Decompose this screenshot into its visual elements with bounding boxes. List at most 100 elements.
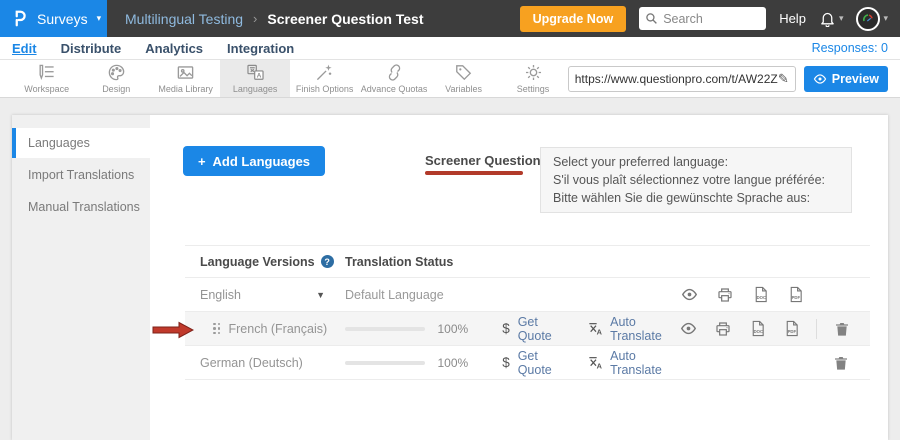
product-name: Surveys bbox=[37, 11, 88, 27]
tab-distribute[interactable]: Distribute bbox=[61, 40, 122, 56]
toolbar-item-media-library[interactable]: Media Library bbox=[151, 60, 220, 97]
help-icon[interactable]: ? bbox=[321, 255, 334, 268]
export-pdf-icon[interactable]: PDF bbox=[777, 320, 805, 337]
toolbar-item-languages[interactable]: A Languages bbox=[220, 60, 289, 97]
annotation-red-underline bbox=[425, 171, 523, 175]
chevron-down-icon: ▾ bbox=[839, 14, 844, 23]
sidebar-item-import-translations[interactable]: Import Translations bbox=[12, 160, 150, 190]
toolbar-item-workspace[interactable]: Workspace bbox=[12, 60, 81, 97]
svg-text:A: A bbox=[597, 327, 603, 336]
dollar-icon: $ bbox=[502, 321, 510, 336]
table-row-german: German (Deutsch) 100% $ Get Quote A Auto… bbox=[185, 346, 870, 380]
screener-question-preview: Select your preferred language: S'il vou… bbox=[540, 147, 852, 213]
export-doc-icon[interactable]: DOC bbox=[746, 286, 775, 303]
translation-progress-bar bbox=[345, 361, 425, 365]
edit-toolbar: Workspace Design Media Library A Languag… bbox=[0, 60, 900, 98]
screener-line-english: Select your preferred language: bbox=[553, 153, 839, 171]
advance-quotas-links-icon bbox=[385, 63, 404, 82]
search-icon bbox=[645, 12, 658, 25]
get-quote-link[interactable]: Get Quote bbox=[518, 349, 564, 377]
view-eye-icon[interactable] bbox=[675, 286, 704, 303]
translation-progress-bar bbox=[345, 327, 425, 331]
view-eye-icon[interactable] bbox=[675, 320, 703, 337]
screener-line-french: S'il vous plaît sélectionnez votre langu… bbox=[553, 171, 839, 189]
delete-trash-icon[interactable] bbox=[828, 321, 856, 337]
export-pdf-icon[interactable]: PDF bbox=[781, 286, 810, 303]
language-name: French (Français) bbox=[229, 322, 328, 336]
survey-url-input[interactable] bbox=[575, 72, 778, 86]
progress-percent: 100% bbox=[437, 322, 468, 336]
table-row-english: English ▼ Default Language DOC PDF bbox=[185, 278, 870, 312]
media-library-icon bbox=[176, 63, 195, 82]
get-quote-link[interactable]: Get Quote bbox=[518, 315, 564, 343]
toolbar-item-design[interactable]: Design bbox=[81, 60, 150, 97]
svg-text:PDF: PDF bbox=[791, 295, 800, 300]
questionpro-logo-icon bbox=[13, 9, 28, 28]
notifications-menu[interactable]: ▾ bbox=[819, 10, 844, 27]
breadcrumb-survey-name[interactable]: Multilingual Testing bbox=[125, 11, 243, 27]
breadcrumb-current-page: Screener Question Test bbox=[267, 11, 423, 27]
survey-url-field[interactable]: ✎ bbox=[568, 66, 796, 92]
toolbar-item-variables[interactable]: Variables bbox=[429, 60, 498, 97]
progress-percent: 100% bbox=[437, 356, 468, 370]
screener-line-german: Bitte wählen Sie die gewünschte Sprache … bbox=[553, 189, 839, 207]
languages-icon: A bbox=[246, 63, 265, 82]
toolbar-item-advance-quotas[interactable]: Advance Quotas bbox=[359, 60, 428, 97]
annotation-red-arrow bbox=[152, 321, 194, 339]
add-languages-button[interactable]: + Add Languages bbox=[183, 146, 325, 176]
tab-integration[interactable]: Integration bbox=[227, 40, 294, 56]
top-bar: Surveys ▾ Multilingual Testing › Screene… bbox=[0, 0, 900, 37]
tab-edit[interactable]: Edit bbox=[12, 40, 37, 56]
svg-text:A: A bbox=[256, 73, 261, 80]
edit-url-pencil-icon[interactable]: ✎ bbox=[778, 71, 789, 87]
sidebar-item-manual-translations[interactable]: Manual Translations bbox=[12, 192, 150, 222]
svg-text:DOC: DOC bbox=[753, 329, 762, 334]
translate-icon: A bbox=[588, 321, 604, 337]
svg-text:PDF: PDF bbox=[787, 329, 796, 334]
auto-translate-link[interactable]: Auto Translate bbox=[610, 349, 675, 377]
design-palette-icon bbox=[107, 63, 126, 82]
tab-analytics[interactable]: Analytics bbox=[145, 40, 203, 56]
upgrade-now-button[interactable]: Upgrade Now bbox=[520, 6, 627, 32]
eye-icon bbox=[813, 72, 827, 86]
default-language-label: Default Language bbox=[345, 288, 444, 302]
languages-content: + Add Languages Screener Question : Sele… bbox=[150, 115, 888, 440]
languages-panel: Languages Import Translations Manual Tra… bbox=[12, 115, 888, 440]
survey-nav-tabs: Edit Distribute Analytics Integration Re… bbox=[0, 37, 900, 60]
header-language-versions: Language Versions bbox=[200, 255, 315, 269]
preview-button[interactable]: Preview bbox=[804, 66, 888, 92]
surveys-product-menu[interactable]: Surveys ▾ bbox=[0, 0, 107, 37]
account-menu[interactable]: ▾ bbox=[856, 7, 888, 31]
breadcrumb: Multilingual Testing › Screener Question… bbox=[125, 11, 424, 27]
divider bbox=[816, 319, 817, 339]
help-link[interactable]: Help bbox=[779, 11, 806, 26]
dollar-icon: $ bbox=[502, 355, 510, 370]
table-header-row: Language Versions ? Translation Status bbox=[185, 245, 870, 278]
search-input[interactable] bbox=[663, 12, 753, 26]
topbar-actions: Upgrade Now Help ▾ ▾ bbox=[520, 6, 900, 32]
variables-tag-icon bbox=[454, 63, 473, 82]
svg-text:DOC: DOC bbox=[756, 295, 765, 300]
global-search[interactable] bbox=[639, 7, 766, 30]
default-language-dropdown-icon[interactable]: ▼ bbox=[316, 290, 325, 300]
print-icon[interactable] bbox=[710, 287, 739, 303]
plus-icon: + bbox=[198, 154, 206, 169]
table-row-french: French (Français) 100% $ Get Quote A Aut… bbox=[185, 312, 870, 346]
responses-count[interactable]: Responses: 0 bbox=[812, 41, 888, 55]
language-name: English bbox=[200, 288, 241, 302]
screener-question-label: Screener Question : bbox=[425, 153, 549, 168]
workspace-icon bbox=[37, 63, 56, 82]
translate-icon: A bbox=[588, 355, 604, 371]
toolbar-item-settings[interactable]: Settings bbox=[498, 60, 567, 97]
sidebar-item-languages[interactable]: Languages bbox=[12, 128, 150, 158]
toolbar-item-finish-options[interactable]: Finish Options bbox=[290, 60, 359, 97]
language-name: German (Deutsch) bbox=[200, 356, 303, 370]
print-icon[interactable] bbox=[709, 321, 737, 337]
auto-translate-link[interactable]: Auto Translate bbox=[610, 315, 675, 343]
toolbar-right: ✎ Preview bbox=[568, 60, 900, 97]
drag-handle-icon[interactable] bbox=[213, 323, 221, 335]
chevron-down-icon: ▾ bbox=[883, 14, 888, 23]
export-doc-icon[interactable]: DOC bbox=[743, 320, 771, 337]
delete-trash-icon[interactable] bbox=[826, 355, 856, 371]
avatar bbox=[856, 7, 880, 31]
